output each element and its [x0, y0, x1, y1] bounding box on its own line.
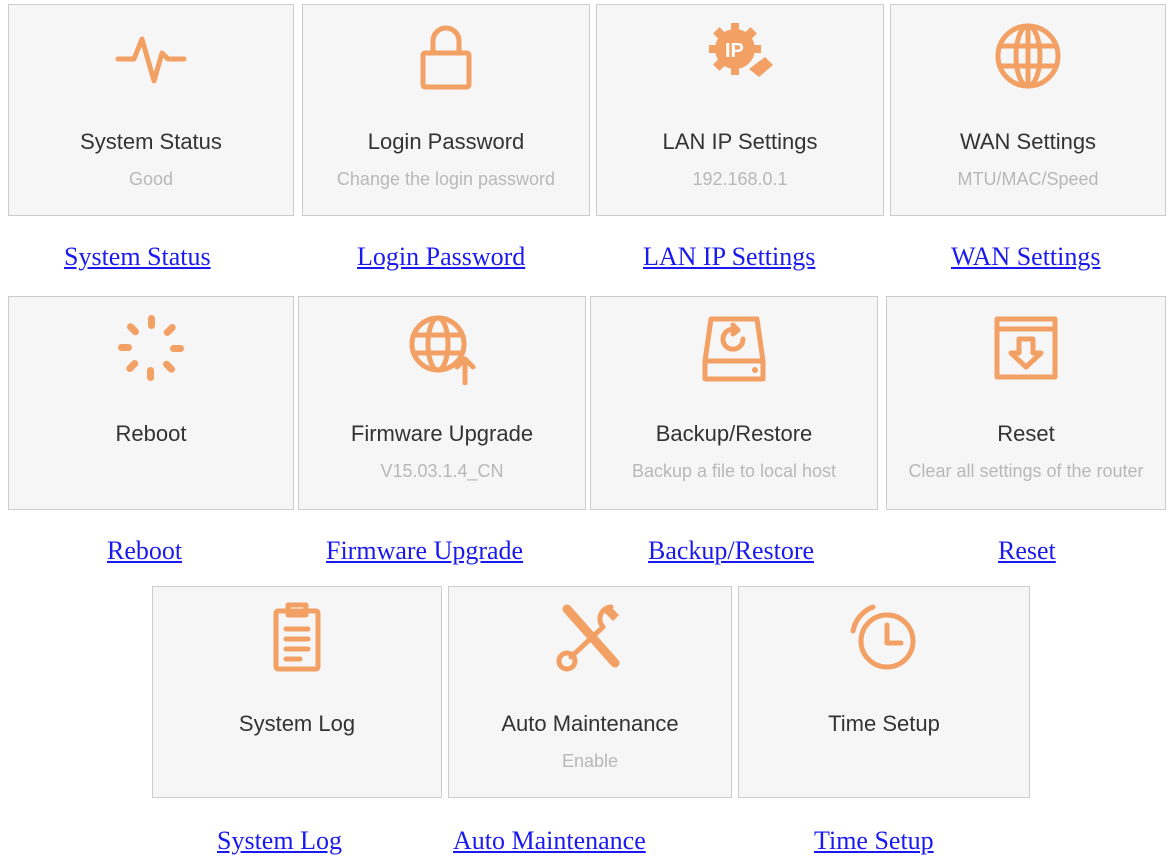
tile-title: Reset	[997, 421, 1055, 446]
link-login-password[interactable]: Login Password	[357, 242, 525, 272]
lock-icon	[409, 19, 483, 93]
tile-title: Time Setup	[828, 711, 940, 736]
tile-wan-settings[interactable]: WAN Settings MTU/MAC/Speed	[890, 4, 1166, 216]
link-wan-settings[interactable]: WAN Settings	[951, 242, 1101, 272]
tile-subtitle: Good	[128, 169, 174, 189]
tile-backup-restore[interactable]: Backup/Restore Backup a file to local ho…	[590, 296, 878, 510]
clipboard-icon	[260, 601, 334, 675]
tile-lan-ip-settings[interactable]: IP LAN IP Settings 192.168.0.1	[596, 4, 884, 216]
tile-subtitle: Backup a file to local host	[631, 461, 837, 481]
tile-title: Reboot	[115, 421, 187, 446]
link-system-log[interactable]: System Log	[217, 826, 342, 856]
clock-icon	[847, 601, 921, 675]
tile-login-password[interactable]: Login Password Change the login password	[302, 4, 590, 216]
tile-title: System Status	[80, 129, 222, 154]
disk-restore-icon	[697, 311, 771, 385]
svg-text:IP: IP	[725, 40, 744, 62]
tile-subtitle: 192.168.0.1	[692, 169, 788, 189]
tile-title: Auto Maintenance	[501, 711, 679, 736]
tile-title: WAN Settings	[959, 129, 1097, 154]
link-firmware-upgrade[interactable]: Firmware Upgrade	[326, 536, 523, 566]
tools-icon	[553, 601, 627, 675]
tile-title: System Log	[238, 711, 356, 736]
link-auto-maintenance[interactable]: Auto Maintenance	[453, 826, 646, 856]
link-lan-ip-settings[interactable]: LAN IP Settings	[643, 242, 815, 272]
tile-system-log[interactable]: System Log	[152, 586, 442, 798]
tile-title: Backup/Restore	[655, 421, 813, 446]
tile-time-setup[interactable]: Time Setup	[738, 586, 1030, 798]
tile-title: Login Password	[367, 129, 525, 154]
tile-system-status[interactable]: System Status Good	[8, 4, 294, 216]
link-time-setup[interactable]: Time Setup	[814, 826, 934, 856]
tile-firmware-upgrade[interactable]: Firmware Upgrade V15.03.1.4_CN	[298, 296, 586, 510]
tile-subtitle: Clear all settings of the router	[908, 461, 1144, 481]
tile-subtitle: V15.03.1.4_CN	[380, 461, 504, 481]
tile-subtitle: Change the login password	[336, 169, 556, 189]
tile-reset[interactable]: Reset Clear all settings of the router	[886, 296, 1166, 510]
ip-gear-icon: IP	[703, 19, 777, 93]
globe-upload-icon	[405, 311, 479, 385]
tile-title: LAN IP Settings	[662, 129, 818, 154]
tile-subtitle: MTU/MAC/Speed	[957, 169, 1099, 189]
tile-title: Firmware Upgrade	[350, 421, 534, 446]
tile-subtitle: Enable	[561, 751, 619, 771]
tile-auto-maintenance[interactable]: Auto Maintenance Enable	[448, 586, 732, 798]
pulse-icon	[114, 19, 188, 93]
globe-icon	[991, 19, 1065, 93]
link-backup-restore[interactable]: Backup/Restore	[648, 536, 814, 566]
link-system-status[interactable]: System Status	[64, 242, 211, 272]
spinner-icon	[114, 311, 188, 385]
link-reboot[interactable]: Reboot	[107, 536, 182, 566]
link-reset[interactable]: Reset	[998, 536, 1056, 566]
box-reset-icon	[989, 311, 1063, 385]
tile-reboot[interactable]: Reboot	[8, 296, 294, 510]
